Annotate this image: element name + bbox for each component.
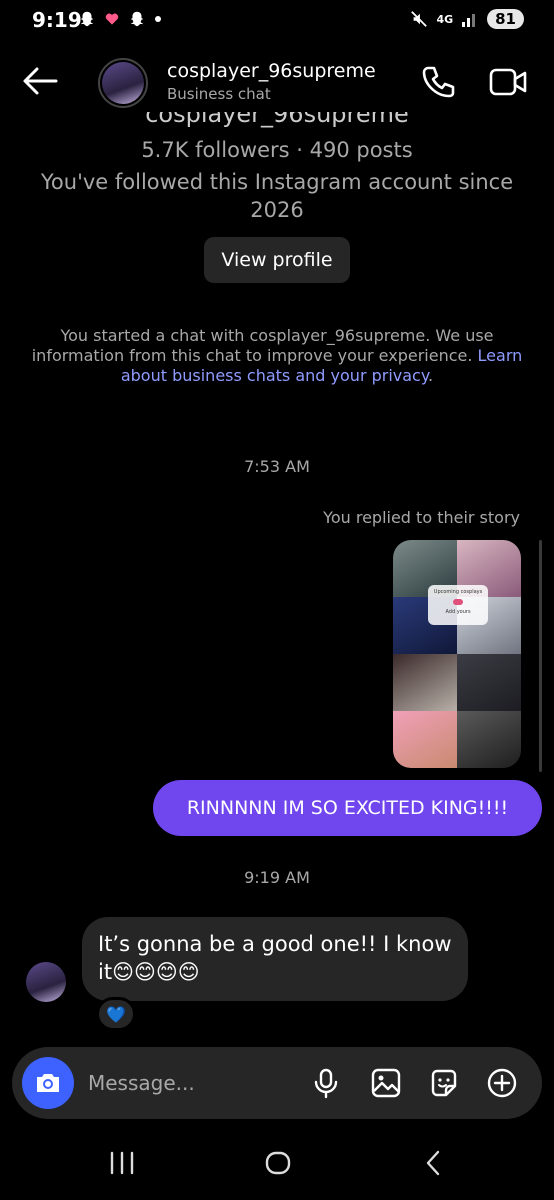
- profile-stats: 5.7K followers · 490 posts: [141, 138, 413, 162]
- header-avatar[interactable]: [98, 58, 148, 108]
- timestamp-second: 9:19 AM: [244, 868, 310, 887]
- snapchat-icon-2: [130, 11, 144, 27]
- business-chat-notice: You started a chat with cosplayer_96supr…: [26, 326, 528, 386]
- home-icon[interactable]: [264, 1150, 292, 1176]
- incoming-message[interactable]: It’s gonna be a good one!! I know it😊😊😊😊: [82, 917, 468, 1001]
- message-input[interactable]: [88, 1069, 298, 1097]
- microphone-icon[interactable]: [310, 1067, 342, 1099]
- story-sticker-cta: Add yours: [445, 609, 471, 615]
- status-time: 9:19: [32, 8, 82, 32]
- sticker-icon[interactable]: [428, 1067, 460, 1099]
- snapchat-icon: [80, 11, 94, 27]
- profile-name-cut: cosplayer_96supreme: [145, 112, 409, 128]
- video-call-icon[interactable]: [488, 64, 528, 100]
- story-preview[interactable]: [393, 540, 521, 768]
- avatar-image: [102, 62, 144, 104]
- heart-icon: [105, 13, 119, 25]
- sticker-dot: [453, 599, 463, 605]
- nav-back-icon[interactable]: [420, 1150, 448, 1176]
- story-tile: [393, 711, 457, 768]
- story-sticker: Upcoming cosplays Add yours: [428, 585, 488, 625]
- notice-end: .: [428, 366, 434, 385]
- phone-icon[interactable]: [420, 64, 456, 100]
- chat-header: cosplayer_96supreme Business chat: [0, 52, 554, 114]
- notice-text: You started a chat with cosplayer_96supr…: [31, 326, 494, 365]
- view-profile-button[interactable]: View profile: [204, 237, 350, 283]
- mute-icon: [411, 11, 428, 27]
- network-type: 4G: [436, 12, 454, 26]
- signal-icon: [462, 14, 476, 27]
- recent-apps-icon[interactable]: [108, 1150, 136, 1176]
- story-tile: [457, 654, 521, 711]
- outgoing-message[interactable]: RINNNNN IM SO EXCITED KING!!!!: [153, 780, 542, 836]
- blue-heart-icon: 💙: [106, 1004, 126, 1024]
- followed-since: You've followed this Instagram account s…: [40, 170, 514, 222]
- dot-icon: [155, 16, 161, 22]
- back-arrow-icon[interactable]: [22, 66, 58, 96]
- status-right: 4G 81: [410, 9, 524, 29]
- header-username[interactable]: cosplayer_96supreme: [167, 60, 376, 82]
- system-nav-bar: [0, 1130, 554, 1200]
- camera-icon: [37, 1074, 59, 1092]
- story-tile: [457, 711, 521, 768]
- gallery-icon[interactable]: [370, 1067, 402, 1099]
- story-reply-label: You replied to their story: [323, 508, 520, 527]
- battery-level: 81: [487, 9, 524, 29]
- scrollbar[interactable]: [539, 540, 542, 772]
- reaction-badge[interactable]: 💙: [96, 997, 136, 1031]
- header-subtitle: Business chat: [167, 85, 271, 103]
- add-icon[interactable]: [486, 1067, 518, 1099]
- story-sticker-title: Upcoming cosplays: [433, 589, 483, 595]
- sender-avatar[interactable]: [26, 962, 66, 1002]
- status-bar: 9:19 4G 81: [0, 0, 554, 44]
- story-tile: [393, 654, 457, 711]
- timestamp-first: 7:53 AM: [244, 457, 310, 476]
- camera-button[interactable]: [22, 1057, 74, 1109]
- message-composer: [12, 1047, 542, 1119]
- notification-icons: [78, 10, 162, 28]
